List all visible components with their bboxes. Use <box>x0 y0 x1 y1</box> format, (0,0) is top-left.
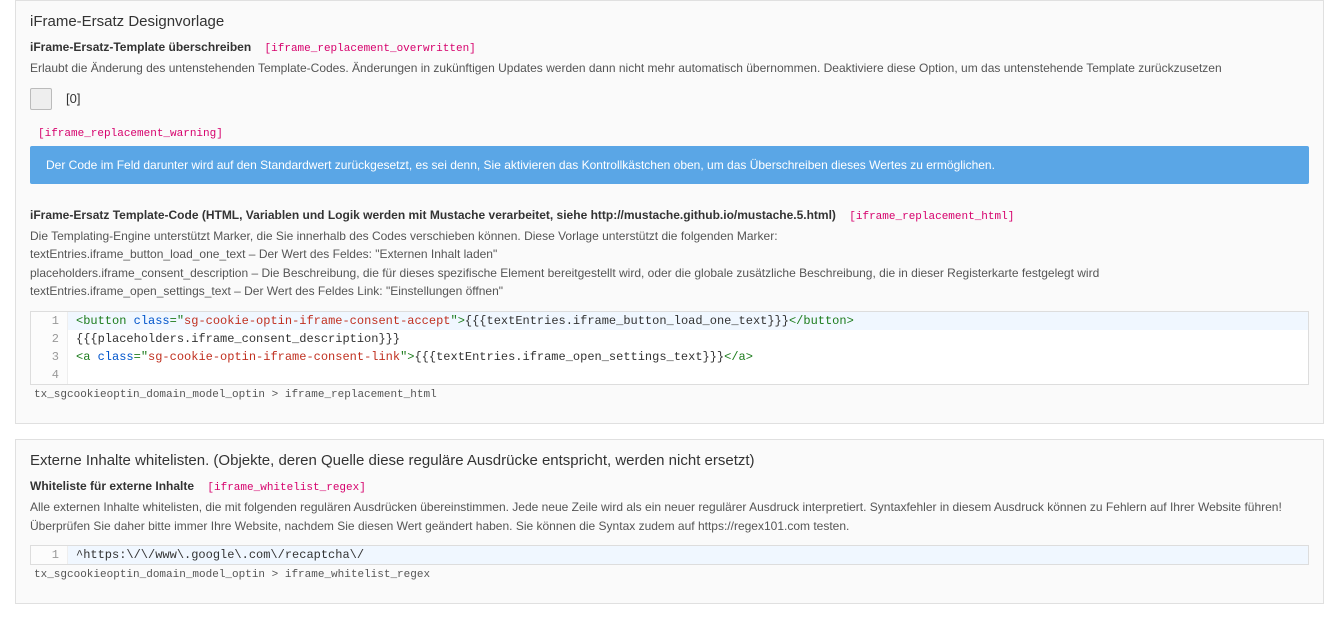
field-overwrite: iFrame-Ersatz-Template überschreiben [if… <box>30 40 1309 110</box>
field-overwrite-help: Erlaubt die Änderung des untenstehenden … <box>30 59 1309 78</box>
section-iframe-replacement: iFrame-Ersatz Designvorlage iFrame-Ersat… <box>15 0 1324 424</box>
editor-line[interactable]: 2 {{{placeholders.iframe_consent_descrip… <box>31 330 1308 348</box>
code-token: sg-cookie-optin-iframe-consent-accept <box>184 314 450 328</box>
line-number: 3 <box>31 348 68 366</box>
code-token: {{{textEntries.iframe_open_settings_text… <box>414 350 724 364</box>
section-title: Externe Inhalte whitelisten. (Objekte, d… <box>30 452 1309 469</box>
code-token: sg-cookie-optin-iframe-consent-link <box>148 350 400 364</box>
editor-line[interactable]: 3 <a class="sg-cookie-optin-iframe-conse… <box>31 348 1308 366</box>
template-code-editor[interactable]: 1 <button class="sg-cookie-optin-iframe-… <box>30 311 1309 385</box>
help-line: textEntries.iframe_open_settings_text – … <box>30 284 503 298</box>
section-title: iFrame-Ersatz Designvorlage <box>30 13 1309 30</box>
page-root: iFrame-Ersatz Designvorlage iFrame-Ersat… <box>0 0 1339 639</box>
field-template-help: Die Templating-Engine unterstützt Marker… <box>30 227 1309 301</box>
code-token: <button <box>76 314 126 328</box>
code-token: "> <box>400 350 414 364</box>
line-number: 4 <box>31 366 68 384</box>
code-token: =" <box>134 350 148 364</box>
field-template-label: iFrame-Ersatz Template-Code (HTML, Varia… <box>30 208 836 222</box>
code-token: <a <box>76 350 90 364</box>
field-overwrite-label: iFrame-Ersatz-Template überschreiben <box>30 40 251 54</box>
code-token: </a> <box>724 350 753 364</box>
editor-line[interactable]: 4 <box>31 366 1308 384</box>
help-line: Die Templating-Engine unterstützt Marker… <box>30 229 778 243</box>
code-token: class <box>90 350 133 364</box>
warning-key: [iframe_replacement_warning] <box>38 128 1309 140</box>
field-template-html: iFrame-Ersatz Template-Code (HTML, Varia… <box>30 208 1309 401</box>
warning-box: Der Code im Feld darunter wird auf den S… <box>30 146 1309 184</box>
code-token: {{{placeholders.iframe_consent_descripti… <box>76 332 400 346</box>
code-token: </button> <box>789 314 854 328</box>
code-token: {{{textEntries.iframe_button_load_one_te… <box>465 314 789 328</box>
field-whitelist-regex: Whiteliste für externe Inhalte [iframe_w… <box>30 479 1309 581</box>
line-number: 1 <box>31 312 68 330</box>
whitelist-code-editor[interactable]: 1 ^https:\/\/www\.google\.com\/recaptcha… <box>30 545 1309 565</box>
help-line: textEntries.iframe_button_load_one_text … <box>30 247 497 261</box>
field-whitelist-help: Alle externen Inhalte whitelisten, die m… <box>30 498 1309 535</box>
field-whitelist-key: [iframe_whitelist_regex] <box>207 482 365 494</box>
editor-line[interactable]: 1 ^https:\/\/www\.google\.com\/recaptcha… <box>31 546 1308 564</box>
code-token: "> <box>451 314 465 328</box>
field-template-key: [iframe_replacement_html] <box>849 211 1014 223</box>
code-token: class <box>126 314 169 328</box>
code-token: =" <box>170 314 184 328</box>
line-number: 2 <box>31 330 68 348</box>
field-whitelist-label: Whiteliste für externe Inhalte <box>30 479 194 493</box>
section-whitelist: Externe Inhalte whitelisten. (Objekte, d… <box>15 439 1324 604</box>
field-breadcrumb: tx_sgcookieoptin_domain_model_optin > if… <box>34 569 1309 581</box>
field-overwrite-key: [iframe_replacement_overwritten] <box>265 43 476 55</box>
overwrite-checkbox[interactable] <box>30 88 52 110</box>
code-token: ^https:\/\/www\.google\.com\/recaptcha\/ <box>76 548 364 562</box>
editor-line[interactable]: 1 <button class="sg-cookie-optin-iframe-… <box>31 312 1308 330</box>
field-breadcrumb: tx_sgcookieoptin_domain_model_optin > if… <box>34 389 1309 401</box>
line-number: 1 <box>31 546 68 564</box>
overwrite-checkbox-value: [0] <box>66 91 80 106</box>
help-line: placeholders.iframe_consent_description … <box>30 266 1099 280</box>
